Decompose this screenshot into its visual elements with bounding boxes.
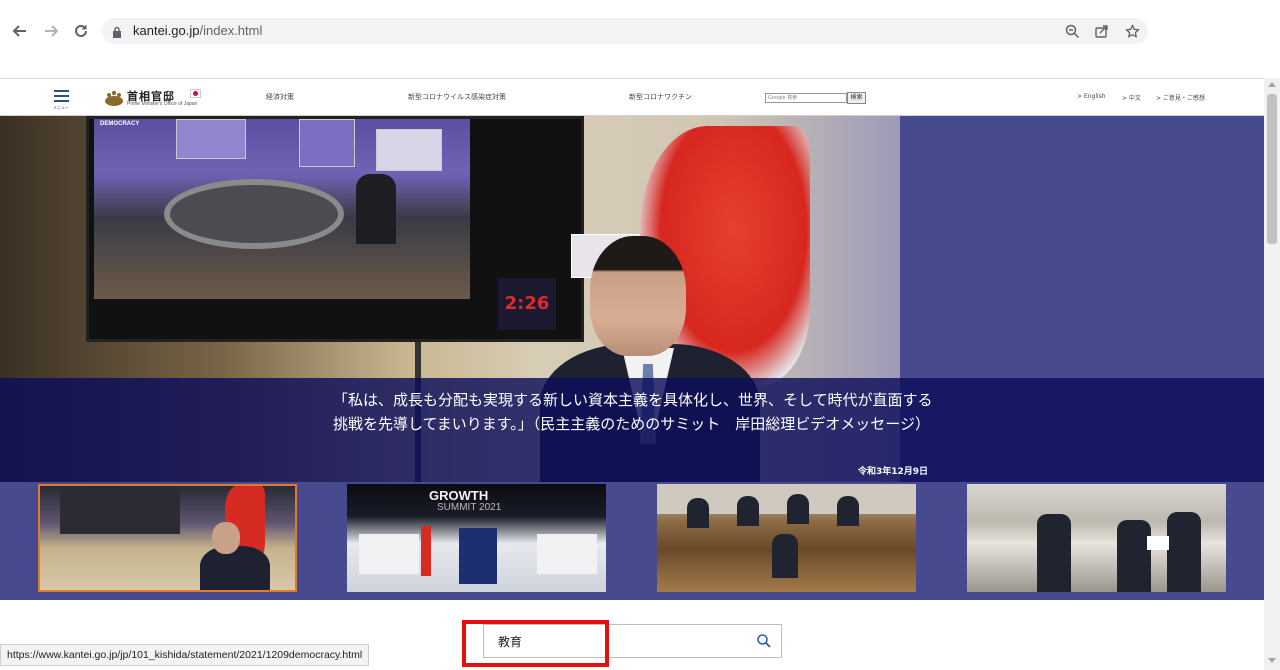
link-chinese[interactable]: > 中文 xyxy=(1122,93,1141,102)
thumb-face xyxy=(212,522,240,554)
address-bar[interactable]: kantei.go.jp/index.html xyxy=(102,18,1148,44)
thumb-figure xyxy=(687,498,709,528)
thumb-desk xyxy=(537,534,597,574)
url-domain: kantei.go.jp xyxy=(133,23,200,38)
monitor-logo: DEMOCRACY xyxy=(100,121,140,127)
thumb-desk xyxy=(359,534,419,574)
site-search-box xyxy=(483,624,782,658)
thumb-person xyxy=(200,546,270,590)
site-search-input[interactable] xyxy=(498,631,738,651)
lock-icon[interactable] xyxy=(112,24,122,43)
forward-arrow-icon[interactable] xyxy=(40,20,62,42)
thumb-figure xyxy=(1037,514,1071,592)
caption-text: 「私は、成長も分配も実現する新しい資本主義を具体化し、世界、そして時代が直面する… xyxy=(333,391,933,433)
back-arrow-icon[interactable] xyxy=(9,20,31,42)
thumb-paper xyxy=(1147,536,1169,550)
timer-text: 2:26 xyxy=(504,293,550,314)
growth-subtitle: SUMMIT 2021 xyxy=(437,502,502,513)
site-logo[interactable]: 首相官邸 Prime Minister's Office of Japan xyxy=(104,88,214,110)
menu-button[interactable]: メニュー xyxy=(52,88,72,110)
menu-icon-bar xyxy=(54,90,69,92)
google-search-button[interactable]: 検索 xyxy=(847,92,866,104)
thumbnail-2[interactable]: GROWTH SUMMIT 2021 xyxy=(347,484,606,592)
url-path: /index.html xyxy=(199,23,263,38)
thumb-monitor xyxy=(60,486,180,534)
link-english[interactable]: > English xyxy=(1077,93,1106,100)
hero-caption: 「私は、成長も分配も実現する新しい資本主義を具体化し、世界、そして時代が直面する… xyxy=(0,378,1264,482)
star-icon[interactable] xyxy=(1123,22,1141,40)
caption-date: 令和3年12月9日 xyxy=(858,467,929,477)
growth-title: GROWTH xyxy=(429,488,489,503)
conference-table xyxy=(164,179,344,249)
thumb-figure xyxy=(837,496,859,526)
thumb-figure xyxy=(737,496,759,526)
scroll-thumb[interactable] xyxy=(1267,94,1277,244)
reload-icon[interactable] xyxy=(70,20,92,42)
magnifier-icon[interactable] xyxy=(756,633,774,651)
thumb-figure xyxy=(1167,512,1201,592)
thumb-flag xyxy=(421,526,431,576)
menu-icon-bar xyxy=(54,95,69,97)
url-text: kantei.go.jp/index.html xyxy=(133,23,262,38)
scroll-up-icon[interactable] xyxy=(1268,82,1276,87)
thumb-figure xyxy=(1117,520,1151,592)
timer-box: 2:26 xyxy=(498,278,556,330)
share-icon[interactable] xyxy=(1092,22,1110,40)
thumbnail-3[interactable] xyxy=(657,484,916,592)
japan-flag-icon xyxy=(190,89,201,98)
menu-label: メニュー xyxy=(53,105,69,110)
logo-subtitle: Prime Minister's Office of Japan xyxy=(127,101,198,107)
thumbnail-4[interactable] xyxy=(967,484,1226,592)
nav-economic-measures[interactable]: 経済対策 xyxy=(266,92,294,102)
video-panel xyxy=(299,119,355,167)
nav-covid-vaccine[interactable]: 新型コロナワクチン xyxy=(629,92,692,102)
seated-figure xyxy=(356,174,396,244)
thumb-speaker xyxy=(772,534,798,578)
video-panel xyxy=(376,129,442,171)
paulownia-crest-icon xyxy=(105,90,123,106)
video-panel xyxy=(176,119,246,159)
nav-covid-measures[interactable]: 新型コロナウイルス感染症対策 xyxy=(408,92,506,102)
menu-icon-bar xyxy=(54,100,69,102)
link-feedback[interactable]: > ご意見・ご感想 xyxy=(1156,93,1205,102)
thumb-figure xyxy=(787,494,809,524)
zoom-icon[interactable] xyxy=(1063,22,1081,40)
google-search-input[interactable]: Google 検索 xyxy=(765,93,847,103)
thumbnail-strip: GROWTH SUMMIT 2021 xyxy=(0,482,1264,600)
thumb-podium xyxy=(459,528,497,584)
vertical-scrollbar[interactable] xyxy=(1264,78,1280,670)
hero-banner[interactable]: DEMOCRACY 2:26 「私は、成長も分配も実現する新しい資本主義を具体化… xyxy=(0,116,1264,482)
person-head xyxy=(590,236,686,356)
site-header: メニュー 首相官邸 Prime Minister's Office of Jap… xyxy=(0,78,1264,116)
scroll-down-icon[interactable] xyxy=(1268,658,1276,663)
status-bar-url: https://www.kantei.go.jp/jp/101_kishida/… xyxy=(0,644,370,666)
monitor-screen: DEMOCRACY xyxy=(94,119,470,299)
browser-toolbar: kantei.go.jp/index.html xyxy=(0,0,1280,62)
thumbnail-1[interactable] xyxy=(38,484,297,592)
